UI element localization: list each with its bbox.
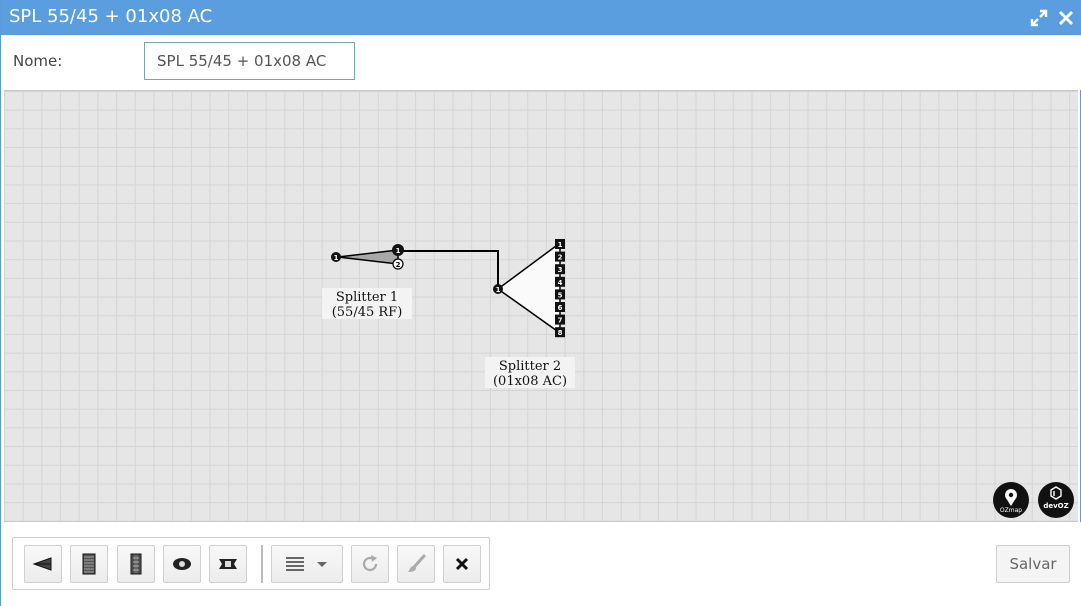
splitter-1-detail: (55/45 RF) — [332, 305, 403, 320]
fiber-connection — [401, 250, 499, 287]
title-bar: SPL 55/45 + 01x08 AC — [1, 0, 1081, 35]
splitter-1-body — [337, 249, 399, 265]
name-row: Nome: — [1, 35, 1081, 90]
devoz-logo-text: devOZ — [1043, 502, 1069, 510]
paint-brush-button[interactable] — [397, 545, 435, 583]
ozmap-logo-icon[interactable]: OZmap — [993, 482, 1029, 518]
splitter-1-output-port-label: 1 — [396, 247, 401, 255]
connector-strip-icon — [130, 553, 142, 575]
fusion-eye-icon — [173, 558, 191, 570]
add-adapter-button[interactable] — [209, 545, 247, 583]
expand-arrows-icon[interactable] — [1029, 8, 1049, 28]
add-connector-block-button[interactable] — [70, 545, 108, 583]
splitter-2-output-port-label: 2 — [558, 254, 563, 262]
add-fusion-button[interactable] — [163, 545, 201, 583]
paint-brush-icon — [408, 554, 426, 572]
splitter-2-output-port-label: 8 — [558, 329, 563, 337]
add-unbalanced-splitter-button[interactable] — [24, 545, 62, 583]
name-input[interactable] — [144, 42, 355, 80]
splitter-2-name: Splitter 2 — [499, 359, 561, 374]
splitter-2-detail: (01x08 AC) — [493, 374, 567, 389]
save-button[interactable]: Salvar — [996, 545, 1070, 583]
splitter-2-body — [496, 241, 561, 335]
splitter-2[interactable]: 1 1 2 3 4 5 6 7 8 — [493, 239, 565, 338]
redo-button[interactable] — [351, 545, 389, 583]
diagram-canvas[interactable]: 1 1 2 Splitter 1 (55/45 RF) 1 1 2 3 4 5 6 7 8 S… — [4, 90, 1078, 522]
name-label: Nome: — [13, 52, 63, 70]
window-title: SPL 55/45 + 01x08 AC — [9, 6, 213, 27]
splitter-2-output-port-label: 5 — [558, 291, 563, 299]
delete-button[interactable] — [443, 545, 481, 583]
splitter-2-output-port-label: 6 — [558, 304, 563, 312]
splitter-editor-window: SPL 55/45 + 01x08 AC Nome: 1 1 — [0, 0, 1081, 606]
add-connector-strip-button[interactable] — [117, 545, 155, 583]
bottom-toolbar-area: Salvar — [1, 522, 1081, 606]
splitter-2-input-port-label: 1 — [496, 286, 501, 294]
splitter-1-input-port-label: 1 — [334, 254, 339, 262]
toolbar-separator — [261, 545, 263, 583]
splitter-2-output-port-label: 1 — [558, 241, 563, 249]
redo-icon — [362, 555, 378, 572]
list-menu-icon — [286, 557, 327, 571]
splitter-unbalanced-icon — [32, 557, 52, 571]
connector-block-icon — [82, 553, 96, 575]
close-x-icon — [455, 557, 469, 571]
list-menu-dropdown[interactable] — [271, 545, 343, 583]
ozmap-logo-text: OZmap — [999, 507, 1023, 514]
close-x-icon[interactable] — [1056, 8, 1076, 28]
adapter-icon — [219, 559, 237, 569]
devoz-logo-icon[interactable]: devOZ — [1038, 482, 1074, 518]
splitter-1[interactable]: 1 1 2 — [331, 244, 404, 270]
splitter-2-output-port-label: 3 — [558, 266, 563, 274]
splitter-2-output-port-label: 7 — [558, 317, 563, 325]
splitter-2-output-port-label: 4 — [558, 279, 563, 287]
tool-palette — [12, 537, 490, 590]
splitter-1-name: Splitter 1 — [336, 290, 398, 305]
splitter-1-output-port-label: 2 — [396, 261, 401, 269]
